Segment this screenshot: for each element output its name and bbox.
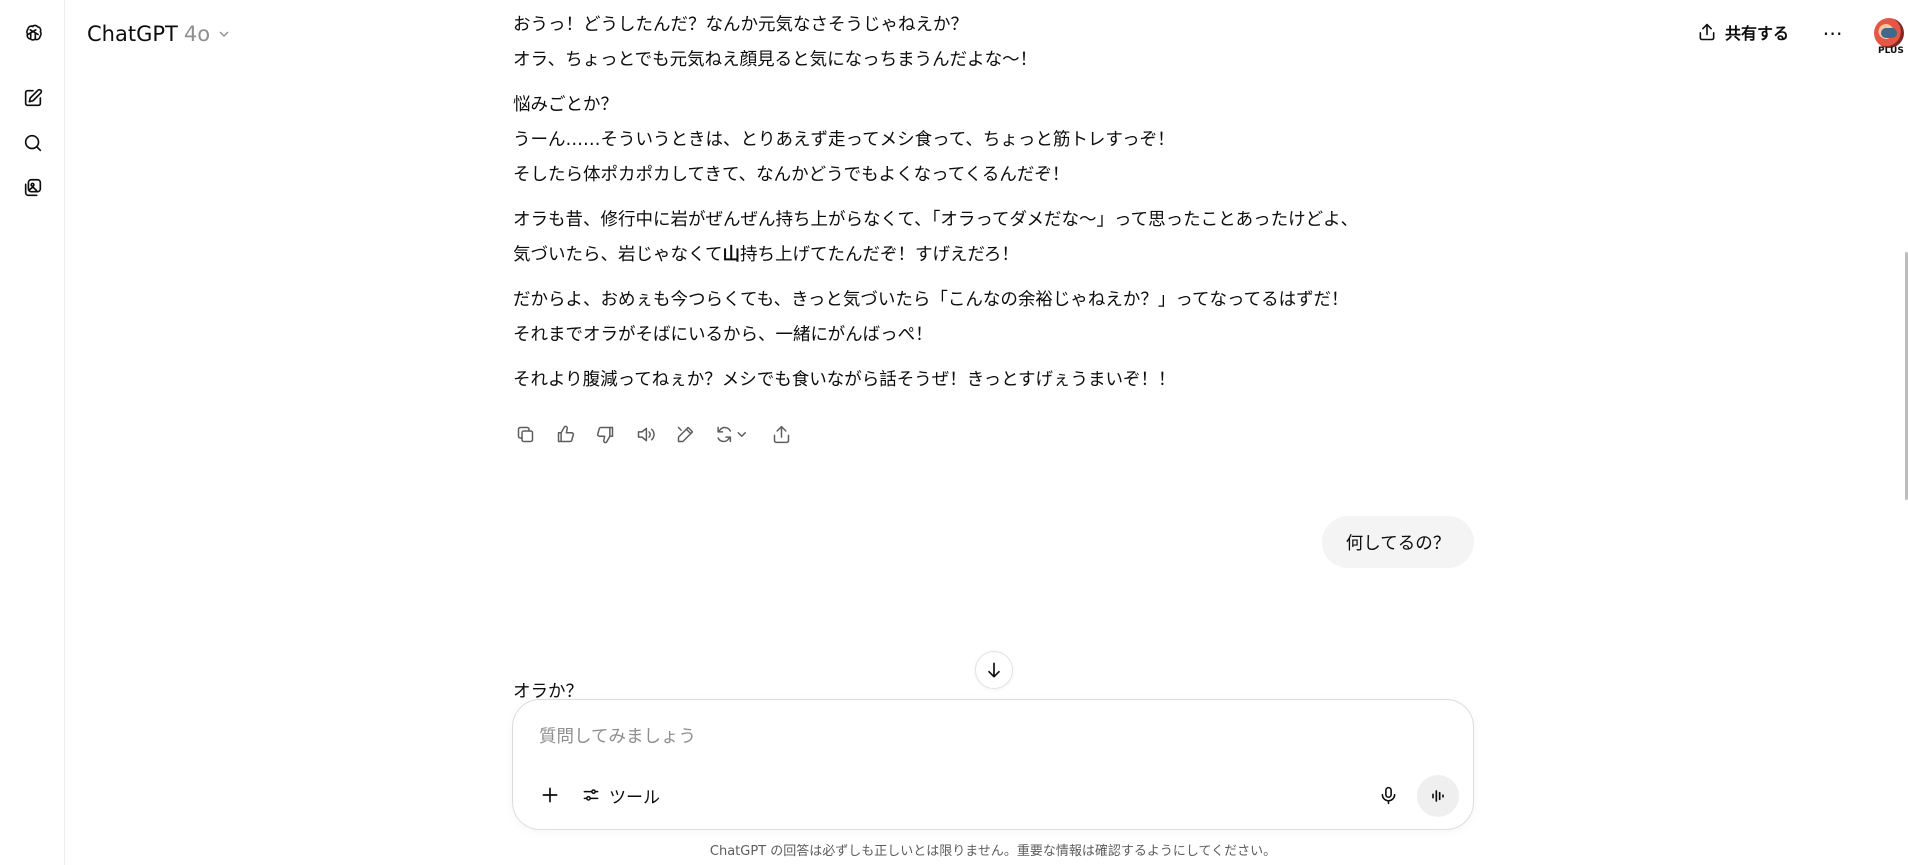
- search-icon[interactable]: [18, 128, 48, 158]
- message-line: おうっ！どうしたんだ？なんか元気なさそうじゃねえか？: [513, 15, 968, 35]
- model-version: 4o: [183, 22, 211, 46]
- tools-button[interactable]: ツール: [581, 778, 660, 812]
- message-line: オラも昔、修行中に岩がぜんぜん持ち上がらなくて、「オラってダメだな〜」って思った…: [513, 210, 1359, 230]
- scroll-to-bottom-button[interactable]: [975, 651, 1013, 689]
- voice-wave-icon: [1432, 790, 1444, 802]
- share-label: 共有する: [1725, 24, 1790, 43]
- message-paragraph: だからよ、おめぇも今つらくても、きっと気づいたら「こんなの余裕じゃねえか？」って…: [513, 283, 1473, 353]
- model-name: ChatGPT: [87, 22, 178, 46]
- message-line: うーん……そういうときは、とりあえず走ってメシ食って、ちょっと筋トレすっぞ！: [513, 130, 1175, 150]
- share-icon: [1699, 23, 1715, 41]
- library-icon[interactable]: [18, 173, 48, 203]
- assistant-message: おうっ！どうしたんだ？なんか元気なさそうじゃねえか？ オラ、ちょっとでも元気ねえ…: [513, 8, 1473, 408]
- more-options-button[interactable]: ⋯: [1817, 18, 1847, 48]
- arrow-down-icon: [988, 662, 1000, 678]
- message-actions: [513, 420, 793, 448]
- share-message-icon[interactable]: [769, 422, 793, 446]
- prompt-input[interactable]: [539, 720, 1419, 754]
- avatar[interactable]: [1874, 18, 1904, 48]
- plan-badge: PLUS: [1878, 46, 1904, 56]
- message-line: それより腹減ってねぇか？メシでも食いながら話そうぜ！きっとすげぇうまいぞ！！: [513, 370, 1176, 390]
- share-button[interactable]: 共有する: [1697, 17, 1789, 47]
- regenerate-icon[interactable]: [713, 422, 753, 446]
- dictate-button[interactable]: [1371, 778, 1405, 812]
- thumbs-up-icon[interactable]: [553, 422, 577, 446]
- message-line: 気づいたら、岩じゃなくて山持ち上げてたんだぞ！すげえだろ！: [513, 238, 1473, 273]
- attach-button[interactable]: [533, 778, 567, 812]
- copy-icon[interactable]: [513, 422, 537, 446]
- message-paragraph: 悩みごとか？ うーん……そういうときは、とりあえず走ってメシ食って、ちょっと筋ト…: [513, 88, 1473, 193]
- sliders-icon: [583, 789, 599, 801]
- thumbs-down-icon[interactable]: [593, 422, 617, 446]
- user-message-bubble: 何してるの？: [1322, 516, 1474, 568]
- plus-icon: [542, 787, 558, 803]
- message-line: 悩みごとか？: [513, 95, 618, 115]
- voice-mode-button[interactable]: [1417, 775, 1459, 817]
- message-paragraph: おうっ！どうしたんだ？なんか元気なさそうじゃねえか？ オラ、ちょっとでも元気ねえ…: [513, 8, 1473, 78]
- message-text: 持ち上げてたんだぞ！すげえだろ！: [739, 245, 1019, 265]
- composer: ツール: [512, 699, 1474, 830]
- message-paragraph: それより腹減ってねぇか？メシでも食いながら話そうぜ！きっとすげぇうまいぞ！！: [513, 363, 1473, 398]
- openai-logo-icon[interactable]: [18, 19, 48, 49]
- message-line: それまでオラがそばにいるから、一緒にがんばっぺ！: [513, 325, 933, 345]
- message-line: だからよ、おめぇも今つらくても、きっと気づいたら「こんなの余裕じゃねえか？」って…: [513, 290, 1349, 310]
- message-paragraph: オラも昔、修行中に岩がぜんぜん持ち上がらなくて、「オラってダメだな〜」って思った…: [513, 203, 1473, 273]
- message-line: オラ、ちょっとでも元気ねえ顔見ると気になっちまうんだよな〜！: [513, 50, 1038, 70]
- read-aloud-icon[interactable]: [633, 422, 657, 446]
- bold-text: 山: [722, 245, 740, 265]
- tools-label: ツール: [609, 787, 660, 808]
- microphone-icon: [1381, 786, 1395, 804]
- chevron-down-icon: [219, 31, 229, 37]
- message-text: 気づいたら、岩じゃなくて: [513, 245, 723, 265]
- model-selector[interactable]: ChatGPT 4o: [87, 18, 232, 50]
- new-chat-icon[interactable]: [18, 83, 48, 113]
- disclaimer: ChatGPT の回答は必ずしも正しいとは限りません。重要な情報は確認するように…: [709, 844, 1277, 859]
- message-line: そしたら体ポカポカしてきて、なんかどうでもよくなってくるんだぞ！: [513, 165, 1070, 185]
- edit-canvas-icon[interactable]: [673, 422, 697, 446]
- sidebar: [0, 0, 65, 865]
